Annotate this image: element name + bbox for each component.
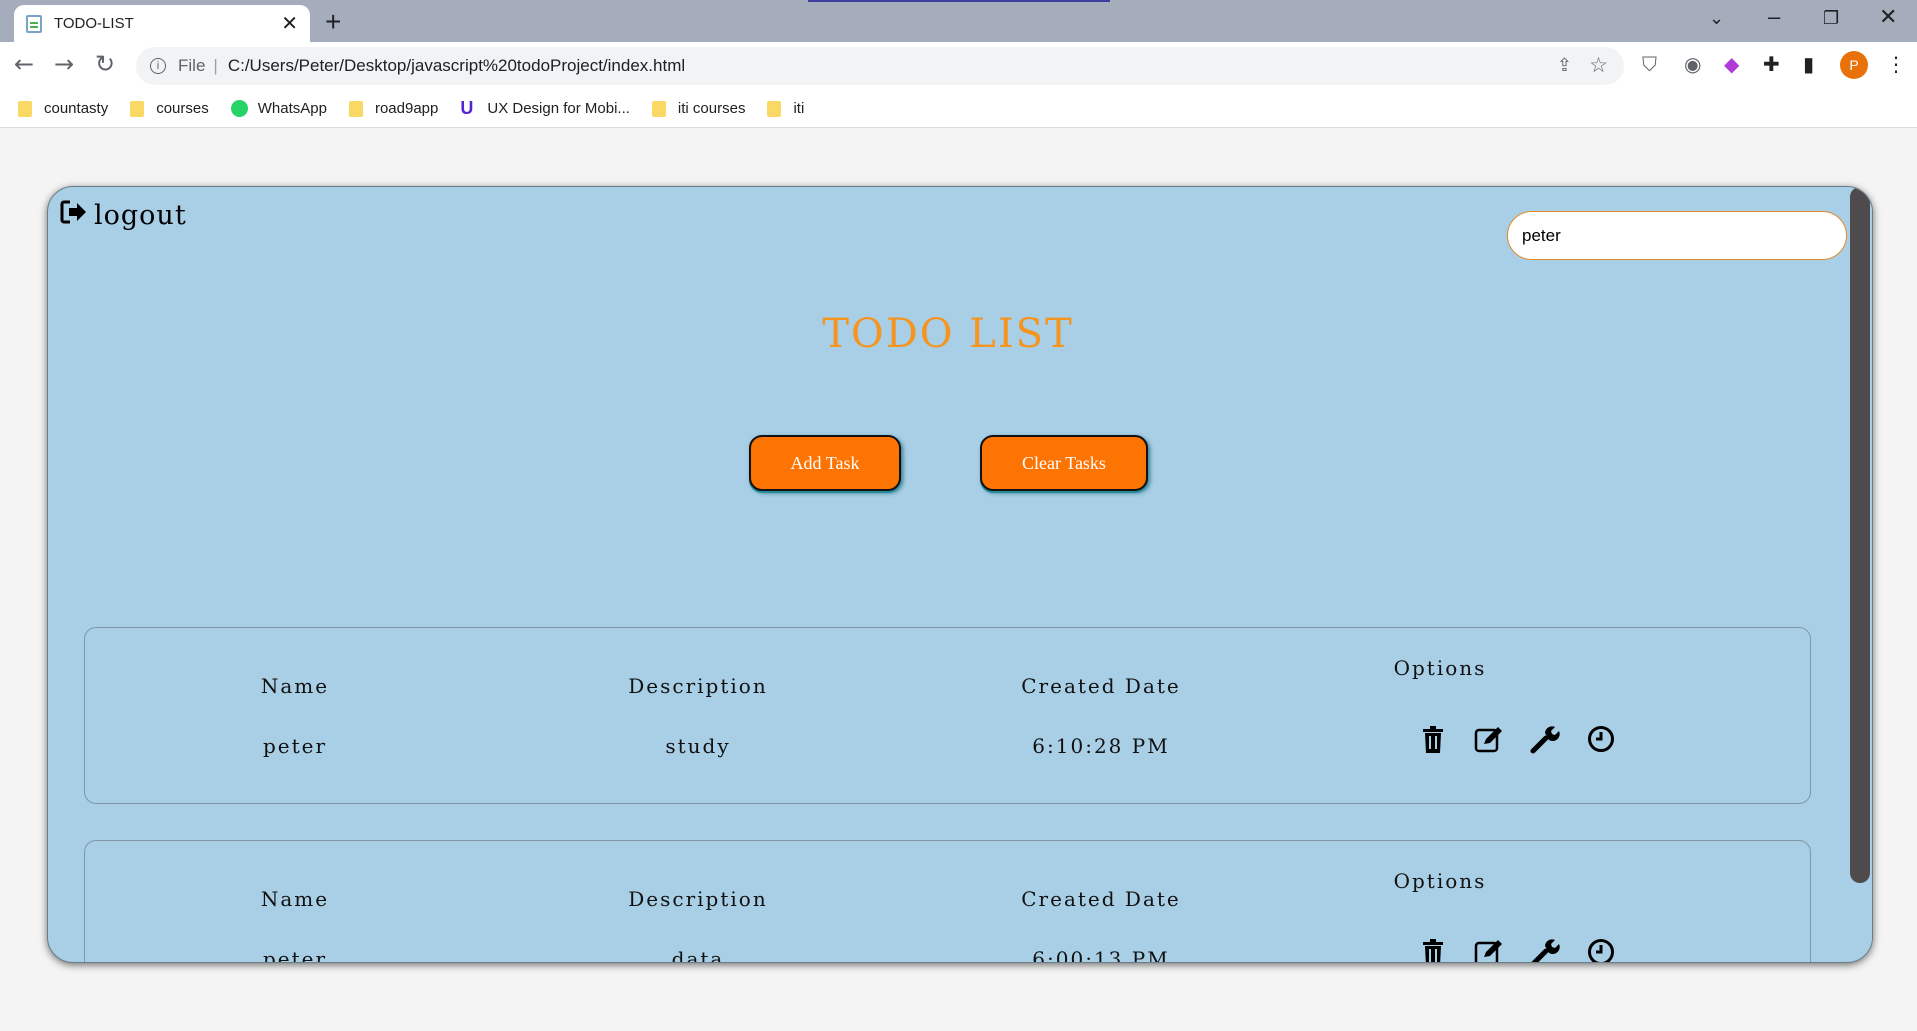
folder-icon — [348, 100, 363, 117]
globe-extension-icon[interactable]: ◉ — [1684, 52, 1701, 76]
bookmark-ux-design[interactable]: U UX Design for Mobi... — [460, 98, 630, 118]
bookmark-label: iti courses — [677, 100, 746, 117]
task-row: Name Description Created Date Options pe… — [84, 840, 1811, 963]
task-name: peter — [262, 947, 328, 963]
close-window-button[interactable]: ✕ — [1879, 4, 1897, 30]
logout-link[interactable]: logout — [60, 199, 187, 232]
restore-button[interactable]: ❐ — [1823, 8, 1839, 29]
description-header: Description — [628, 674, 768, 698]
clock-icon[interactable] — [1573, 725, 1629, 753]
bookmark-label: countasty — [44, 100, 109, 117]
reload-icon[interactable]: ↻ — [95, 50, 115, 78]
bookmark-whatsapp[interactable]: WhatsApp — [230, 100, 327, 117]
color-extension-icon[interactable]: ◆ — [1724, 52, 1739, 76]
browser-toolbar: ← → ↻ i File | C:/Users/Peter/Desktop/ja… — [0, 42, 1917, 90]
created-date-header: Created Date — [1021, 674, 1181, 698]
options-header: Options — [1393, 869, 1487, 893]
task-row: Name Description Created Date Options pe… — [84, 627, 1811, 804]
bookmark-star-icon[interactable]: ☆ — [1589, 53, 1608, 78]
profile-avatar[interactable]: P — [1840, 51, 1868, 79]
bookmark-courses[interactable]: courses — [130, 100, 209, 117]
folder-icon — [651, 100, 666, 117]
menu-kebab-icon[interactable]: ⋮ — [1886, 52, 1906, 76]
wrench-icon[interactable] — [1517, 937, 1573, 962]
task-description: data — [671, 947, 725, 963]
folder-icon — [18, 100, 32, 117]
share-icon[interactable]: ⇪ — [1557, 55, 1572, 76]
edit-icon[interactable] — [1461, 939, 1517, 962]
new-tab-button[interactable]: + — [325, 6, 341, 38]
options-header: Options — [1393, 656, 1487, 680]
bookmark-iti-courses[interactable]: iti courses — [651, 100, 746, 117]
task-created-date: 6:00:13 PM — [1032, 947, 1170, 963]
address-bar[interactable]: i File | C:/Users/Peter/Desktop/javascri… — [136, 47, 1624, 85]
side-panel-icon[interactable]: ▮ — [1803, 52, 1814, 76]
description-header: Description — [628, 887, 768, 911]
folder-icon — [767, 100, 782, 117]
extensions-puzzle-icon[interactable]: ✚ — [1763, 52, 1780, 76]
minimize-button[interactable]: – — [1768, 4, 1780, 30]
forward-arrow-icon[interactable]: → — [54, 50, 74, 78]
todo-app-card: logout TODO LIST Add Task Clear Tasks Na… — [47, 186, 1873, 963]
created-date-header: Created Date — [1021, 887, 1181, 911]
tab-close-icon[interactable]: ✕ — [281, 11, 298, 36]
logout-label: logout — [94, 200, 187, 231]
udemy-icon: U — [460, 98, 474, 118]
bookmarks-bar: countasty courses WhatsApp road9app U UX … — [0, 90, 1917, 128]
task-created-date: 6:10:28 PM — [1032, 734, 1170, 758]
site-info-icon[interactable]: i — [150, 58, 166, 74]
task-options — [1405, 937, 1629, 962]
url-separator: | — [213, 56, 218, 75]
task-options — [1405, 724, 1629, 754]
bookmark-countasty[interactable]: countasty — [18, 100, 108, 117]
bookmark-road9app[interactable]: road9app — [348, 100, 439, 117]
whatsapp-icon — [230, 100, 248, 117]
page-title: TODO LIST — [822, 311, 1074, 357]
name-header: Name — [260, 887, 330, 911]
task-description: study — [665, 734, 731, 758]
wrench-icon[interactable] — [1517, 724, 1573, 754]
loading-indicator — [808, 0, 1110, 2]
trash-icon[interactable] — [1405, 725, 1461, 753]
shield-extension-icon[interactable]: ⛉ — [1642, 52, 1657, 76]
bookmark-label: road9app — [374, 100, 439, 117]
task-name: peter — [262, 734, 328, 758]
clock-icon[interactable] — [1573, 938, 1629, 962]
bookmark-label: courses — [156, 100, 209, 117]
search-input[interactable] — [1507, 211, 1847, 260]
tab-title: TODO-LIST — [54, 15, 134, 32]
name-header: Name — [260, 674, 330, 698]
tab-search-icon[interactable]: ⌄ — [1709, 8, 1724, 29]
bookmark-label: UX Design for Mobi... — [487, 100, 630, 117]
scrollbar-thumb[interactable] — [1850, 187, 1870, 883]
page-favicon-icon — [26, 14, 42, 33]
clear-tasks-button[interactable]: Clear Tasks — [980, 435, 1148, 491]
add-task-button[interactable]: Add Task — [749, 435, 901, 491]
trash-icon[interactable] — [1405, 938, 1461, 962]
edit-icon[interactable] — [1461, 726, 1517, 753]
url-scheme: File — [178, 56, 206, 75]
browser-tabstrip: TODO-LIST ✕ + ⌄ – ❐ ✕ — [0, 0, 1917, 42]
bookmark-label: iti — [793, 100, 805, 117]
folder-icon — [130, 100, 145, 117]
bookmark-iti[interactable]: iti — [767, 100, 804, 117]
sign-out-icon — [60, 199, 88, 232]
url-text[interactable]: C:/Users/Peter/Desktop/javascript%20todo… — [228, 56, 685, 76]
back-arrow-icon[interactable]: ← — [14, 50, 34, 78]
scrollbar-track[interactable] — [1850, 187, 1872, 962]
browser-tab[interactable]: TODO-LIST ✕ — [14, 5, 310, 42]
bookmark-label: WhatsApp — [257, 100, 327, 117]
